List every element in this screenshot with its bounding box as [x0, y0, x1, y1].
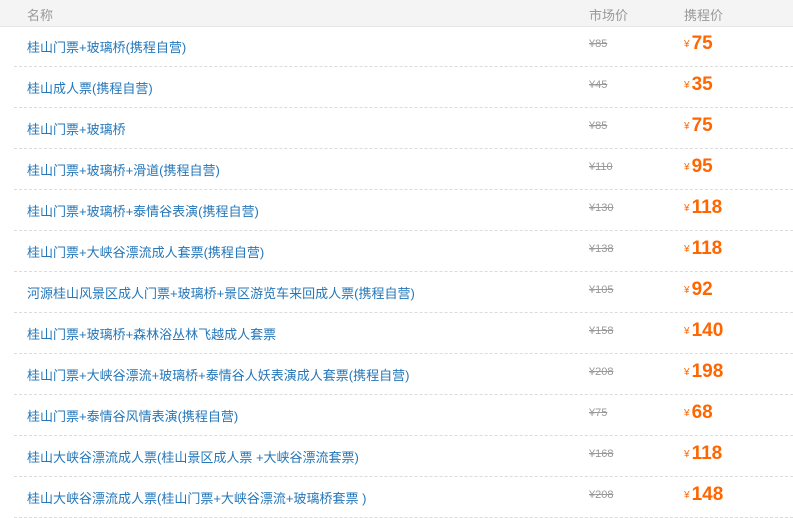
market-price: ¥85 [589, 38, 608, 50]
ctrip-price: ¥118 [684, 443, 722, 465]
ticket-name-link[interactable]: 桂山大峡谷漂流成人票(桂山景区成人票 +大峡谷漂流套票) [27, 447, 359, 466]
currency-symbol: ¥ [684, 367, 690, 378]
ctrip-price: ¥198 [684, 361, 723, 383]
ticket-name-link[interactable]: 桂山大峡谷漂流成人票(桂山门票+大峡谷漂流+玻璃桥套票 ) [27, 488, 366, 507]
ticket-name-link[interactable]: 桂山门票+大峡谷漂流成人套票(携程自营) [27, 242, 264, 261]
market-price: ¥110 [589, 161, 613, 173]
price-amount: 118 [691, 238, 723, 259]
price-amount: 140 [691, 320, 724, 341]
ticket-name-link[interactable]: 桂山门票+玻璃桥+泰情谷表演(携程自营) [27, 201, 259, 220]
price-amount: 148 [691, 484, 724, 505]
column-header-ctrip-price: 携程价 [684, 8, 724, 23]
price-amount: 198 [691, 361, 724, 382]
ctrip-price: ¥35 [684, 74, 713, 96]
market-price: ¥75 [589, 407, 608, 419]
price-amount: 118 [691, 197, 723, 218]
column-header-market-price: 市场价 [589, 8, 629, 23]
table-row: 桂山门票+大峡谷漂流成人套票(携程自营) ¥138 ¥118 [14, 231, 793, 272]
table-row: 桂山门票+玻璃桥 ¥85 ¥75 [14, 108, 793, 149]
currency-symbol: ¥ [684, 121, 690, 132]
market-price: ¥105 [589, 284, 614, 296]
market-price: ¥130 [589, 202, 614, 214]
ticket-name-link[interactable]: 桂山门票+玻璃桥+森林浴丛林飞越成人套票 [27, 324, 276, 343]
price-amount: 75 [691, 115, 713, 136]
price-amount: 68 [691, 402, 713, 423]
price-amount: 92 [691, 279, 713, 300]
table-row: 桂山大峡谷漂流成人票(桂山景区成人票 +大峡谷漂流套票) ¥168 ¥118 [14, 436, 793, 477]
market-price: ¥208 [589, 489, 614, 501]
ctrip-price: ¥95 [684, 156, 713, 178]
table-row: 桂山门票+泰情谷风情表演(携程自营) ¥75 ¥68 [14, 395, 793, 436]
currency-symbol: ¥ [684, 285, 690, 296]
ctrip-price: ¥118 [684, 238, 722, 260]
currency-symbol: ¥ [684, 244, 690, 255]
table-row: 桂山门票+大峡谷漂流+玻璃桥+泰情谷人妖表演成人套票(携程自营) ¥208 ¥198 [14, 354, 793, 395]
ticket-name-link[interactable]: 桂山成人票(携程自营) [27, 78, 153, 97]
ticket-name-link[interactable]: 桂山门票+玻璃桥(携程自营) [27, 37, 186, 56]
currency-symbol: ¥ [684, 408, 690, 419]
table-row: 桂山门票+玻璃桥(携程自营) ¥85 ¥75 [14, 26, 793, 67]
market-price: ¥208 [589, 366, 614, 378]
price-amount: 118 [691, 443, 723, 464]
table-row: 桂山门票+玻璃桥+滑道(携程自营) ¥110 ¥95 [14, 149, 793, 190]
price-amount: 75 [691, 33, 713, 54]
ctrip-price: ¥92 [684, 279, 713, 301]
market-price: ¥138 [589, 243, 614, 255]
market-price: ¥85 [589, 120, 608, 132]
table-row: 桂山成人票(携程自营) ¥45 ¥35 [14, 67, 793, 108]
ctrip-price: ¥148 [684, 484, 723, 506]
ticket-name-link[interactable]: 桂山门票+大峡谷漂流+玻璃桥+泰情谷人妖表演成人套票(携程自营) [27, 365, 409, 384]
ticket-list: 名称 市场价 携程价 桂山门票+玻璃桥(携程自营) ¥85 ¥75 桂山成人票(携程自… [0, 0, 793, 518]
ctrip-price: ¥140 [684, 320, 723, 342]
currency-symbol: ¥ [684, 39, 690, 50]
market-price: ¥168 [589, 448, 614, 460]
currency-symbol: ¥ [684, 203, 690, 214]
currency-symbol: ¥ [684, 162, 690, 173]
price-amount: 95 [691, 156, 713, 177]
ticket-name-link[interactable]: 桂山门票+玻璃桥+滑道(携程自营) [27, 160, 220, 179]
ticket-name-link[interactable]: 河源桂山风景区成人门票+玻璃桥+景区游览车来回成人票(携程自营) [27, 283, 415, 302]
table-row: 桂山门票+玻璃桥+森林浴丛林飞越成人套票 ¥158 ¥140 [14, 313, 793, 354]
currency-symbol: ¥ [684, 80, 690, 91]
ticket-name-link[interactable]: 桂山门票+玻璃桥 [27, 119, 126, 138]
table-header: 名称 市场价 携程价 [0, 0, 793, 27]
ctrip-price: ¥75 [684, 33, 713, 55]
price-amount: 35 [691, 74, 713, 95]
currency-symbol: ¥ [684, 449, 690, 460]
ticket-name-link[interactable]: 桂山门票+泰情谷风情表演(携程自营) [27, 406, 238, 425]
column-header-name: 名称 [27, 8, 54, 23]
table-row: 桂山门票+玻璃桥+泰情谷表演(携程自营) ¥130 ¥118 [14, 190, 793, 231]
ticket-rows: 桂山门票+玻璃桥(携程自营) ¥85 ¥75 桂山成人票(携程自营) ¥45 ¥35 桂山门… [0, 26, 793, 518]
market-price: ¥158 [589, 325, 614, 337]
currency-symbol: ¥ [684, 326, 690, 337]
currency-symbol: ¥ [684, 490, 690, 501]
table-row: 河源桂山风景区成人门票+玻璃桥+景区游览车来回成人票(携程自营) ¥105 ¥92 [14, 272, 793, 313]
ctrip-price: ¥68 [684, 402, 713, 424]
table-row: 桂山大峡谷漂流成人票(桂山门票+大峡谷漂流+玻璃桥套票 ) ¥208 ¥148 [14, 477, 793, 518]
ctrip-price: ¥75 [684, 115, 713, 137]
market-price: ¥45 [589, 79, 608, 91]
ctrip-price: ¥118 [684, 197, 722, 219]
